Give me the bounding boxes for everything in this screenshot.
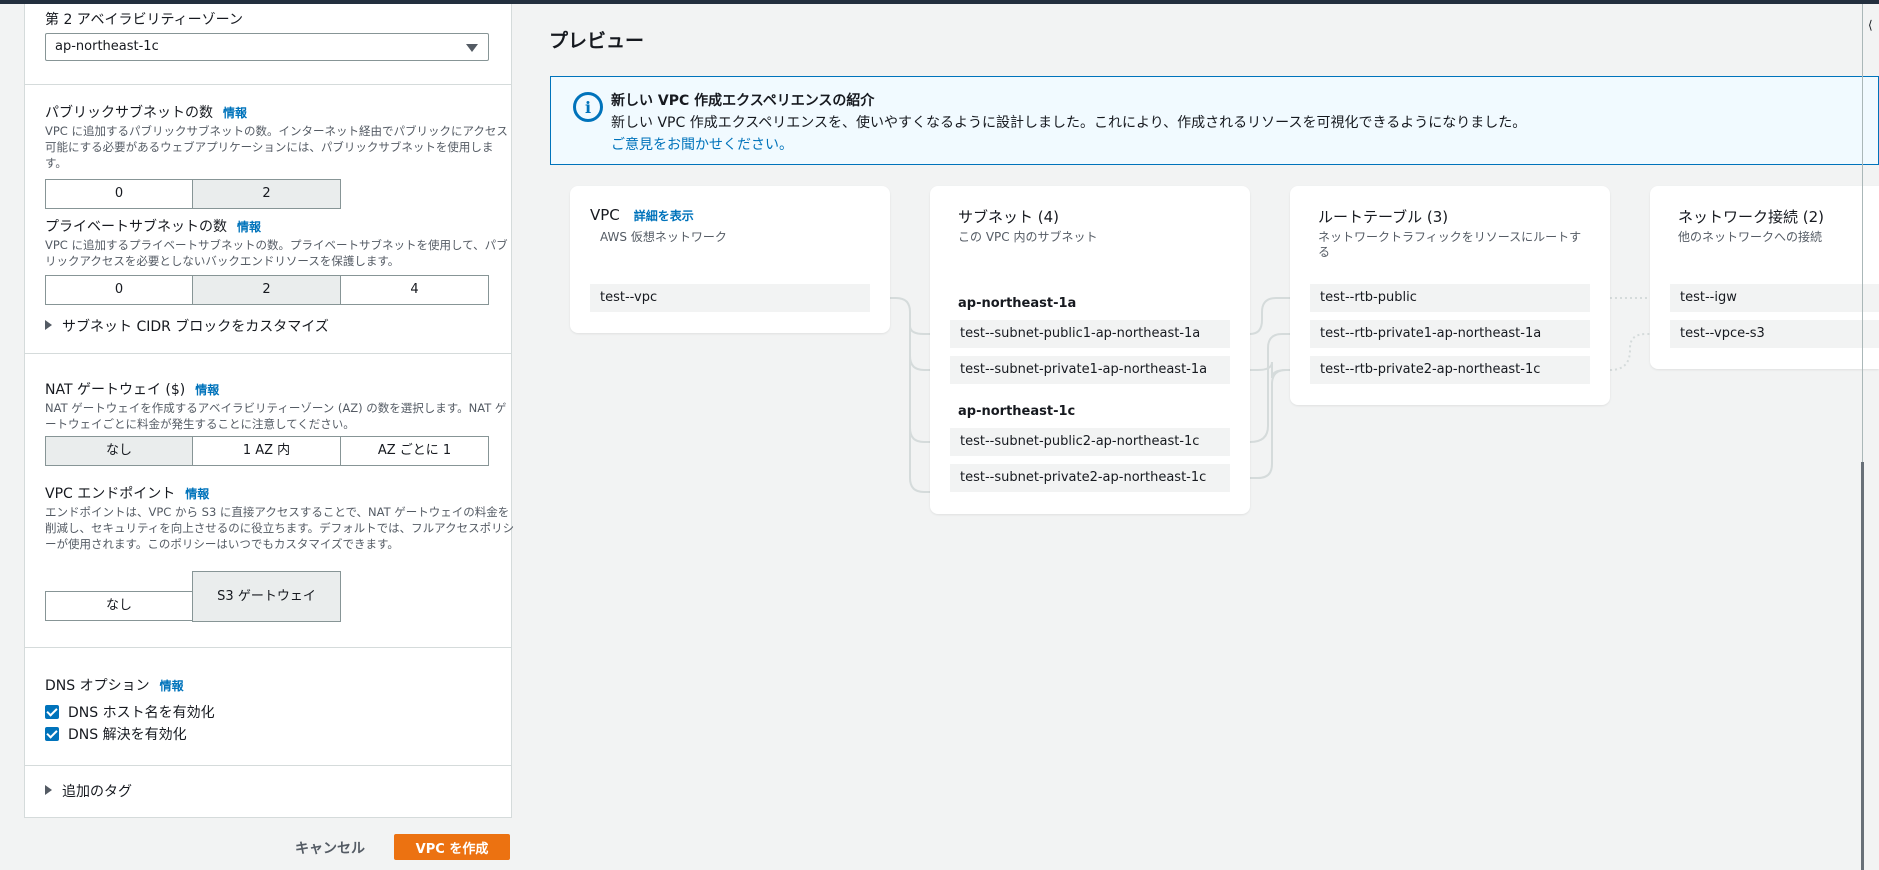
route-table-node[interactable]: test--rtb-public <box>1310 284 1590 312</box>
banner-description: 新しい VPC 作成エクスペリエンスを、使いやすくなるように設計しました。これに… <box>611 115 1527 131</box>
vpc-endpoint-segmented: なし S3 ゲートウェイ <box>45 571 341 622</box>
nat-gateway-label: NAT ゲートウェイ ($) 情報 <box>45 379 219 399</box>
nat-option-none[interactable]: なし <box>45 436 193 466</box>
private-subnets-info-link[interactable]: 情報 <box>237 220 261 234</box>
divider <box>25 84 511 85</box>
route-table-node[interactable]: test--rtb-private2-ap-northeast-1c <box>1310 356 1590 384</box>
az-group-label: ap-northeast-1c <box>958 404 1076 419</box>
cancel-button[interactable]: キャンセル <box>280 836 380 860</box>
public-subnets-option-0[interactable]: 0 <box>45 179 193 209</box>
endpoint-option-s3-gateway[interactable]: S3 ゲートウェイ <box>192 571 341 622</box>
dns-hostnames-checkbox[interactable]: DNS ホスト名を有効化 <box>45 702 215 722</box>
subnet-node[interactable]: test--subnet-private2-ap-northeast-1c <box>950 464 1230 492</box>
dns-resolution-label: DNS 解決を有効化 <box>68 727 187 743</box>
cidr-customize-label: サブネット CIDR ブロックをカスタマイズ <box>62 319 329 335</box>
az2-select-value: ap-northeast-1c <box>55 39 159 54</box>
vpc-endpoint-label-text: VPC エンドポイント <box>45 486 176 502</box>
network-card-title: ネットワーク接続 (2) <box>1678 208 1825 226</box>
route-table-node[interactable]: test--rtb-private1-ap-northeast-1a <box>1310 320 1590 348</box>
public-subnets-segmented: 0 2 <box>45 179 341 209</box>
divider <box>25 647 511 648</box>
banner-title: 新しい VPC 作成エクスペリエンスの紹介 <box>611 93 875 109</box>
vpc-card: VPC 詳細を表示 AWS 仮想ネットワーク test--vpc <box>570 186 890 333</box>
info-banner: i 新しい VPC 作成エクスペリエンスの紹介 新しい VPC 作成エクスペリエ… <box>550 76 1879 165</box>
caret-right-icon <box>45 785 52 795</box>
info-icon: i <box>573 92 603 122</box>
network-connections-card: ネットワーク接続 (2) 他のネットワークへの接続 test--igw test… <box>1650 186 1879 369</box>
public-subnets-option-2[interactable]: 2 <box>192 179 341 209</box>
private-subnets-description: VPC に追加するプライベートサブネットの数。プライベートサブネットを使用して、… <box>45 238 508 268</box>
private-subnets-option-0[interactable]: 0 <box>45 275 193 305</box>
az2-select[interactable]: ap-northeast-1c <box>45 33 489 61</box>
vpc-endpoint-label: VPC エンドポイント 情報 <box>45 483 209 503</box>
private-subnets-segmented: 0 2 4 <box>45 275 489 305</box>
feedback-link[interactable]: ご意見をお聞かせください。 <box>611 134 793 154</box>
endpoint-option-none[interactable]: なし <box>45 591 193 621</box>
create-vpc-button[interactable]: VPC を作成 <box>394 834 510 860</box>
public-subnets-description: VPC に追加するパブリックサブネットの数。インターネット経由でパブリックにアク… <box>45 124 508 170</box>
az-group-label: ap-northeast-1a <box>958 296 1077 311</box>
subnets-card-title: サブネット (4) <box>958 208 1060 226</box>
vpc-endpoint-info-link[interactable]: 情報 <box>185 487 209 501</box>
private-subnets-label: プライベートサブネットの数 情報 <box>45 216 261 236</box>
divider <box>25 353 511 354</box>
vpc-endpoint-description: エンドポイントは、VPC から S3 に直接アクセスすることで、NAT ゲートウ… <box>45 505 515 551</box>
nat-gateway-segmented: なし 1 AZ 内 AZ ごとに 1 <box>45 436 489 466</box>
checkbox-checked-icon <box>45 705 59 719</box>
tags-expander[interactable]: 追加のタグ <box>45 781 132 801</box>
caret-down-icon <box>466 44 478 52</box>
vpc-card-title-text: VPC <box>590 206 620 224</box>
subnet-node[interactable]: test--subnet-private1-ap-northeast-1a <box>950 356 1230 384</box>
vpc-card-title: VPC 詳細を表示 <box>590 206 694 224</box>
scrollbar-thumb[interactable] <box>1861 462 1864 870</box>
preview-title: プレビュー <box>549 30 645 52</box>
subnet-node[interactable]: test--subnet-public2-ap-northeast-1c <box>950 428 1230 456</box>
cidr-customize-expander[interactable]: サブネット CIDR ブロックをカスタマイズ <box>45 316 329 336</box>
nat-gateway-description: NAT ゲートウェイを作成するアベイラビリティーゾーン (AZ) の数を選択しま… <box>45 401 507 431</box>
subnets-card: サブネット (4) この VPC 内のサブネット ap-northeast-1a… <box>930 186 1250 514</box>
vpc-settings-panel: 第 2 アベイラビリティーゾーン ap-northeast-1c パブリックサブ… <box>24 4 515 818</box>
dns-hostnames-label: DNS ホスト名を有効化 <box>68 705 215 721</box>
caret-right-icon <box>45 320 52 330</box>
route-tables-card-subtitle: ネットワークトラフィックをリソースにルートする <box>1318 230 1582 259</box>
dns-resolution-checkbox[interactable]: DNS 解決を有効化 <box>45 724 187 744</box>
route-tables-card-title: ルートテーブル (3) <box>1318 208 1449 226</box>
dns-options-info-link[interactable]: 情報 <box>160 679 184 693</box>
subnets-card-subtitle: この VPC 内のサブネット <box>958 230 1098 244</box>
az2-label: 第 2 アベイラビリティーゾーン <box>45 12 243 28</box>
subnet-node[interactable]: test--subnet-public1-ap-northeast-1a <box>950 320 1230 348</box>
network-card-subtitle: 他のネットワークへの接続 <box>1678 230 1823 244</box>
network-node[interactable]: test--vpce-s3 <box>1670 320 1879 348</box>
public-subnets-label: パブリックサブネットの数 情報 <box>45 102 247 122</box>
private-subnets-option-4[interactable]: 4 <box>340 275 489 305</box>
dns-options-label-text: DNS オプション <box>45 678 150 694</box>
public-subnets-label-text: パブリックサブネットの数 <box>45 105 213 121</box>
side-panel-toggle-icon[interactable]: ⟨ <box>1868 18 1879 32</box>
tags-expander-label: 追加のタグ <box>62 784 132 800</box>
private-subnets-option-2[interactable]: 2 <box>192 275 341 305</box>
vpc-card-subtitle: AWS 仮想ネットワーク <box>600 230 727 244</box>
vpc-node[interactable]: test--vpc <box>590 284 870 312</box>
vpc-details-link[interactable]: 詳細を表示 <box>634 209 694 223</box>
public-subnets-info-link[interactable]: 情報 <box>223 106 247 120</box>
network-node[interactable]: test--igw <box>1670 284 1879 312</box>
nat-gateway-info-link[interactable]: 情報 <box>195 383 219 397</box>
nat-option-per-az[interactable]: AZ ごとに 1 <box>340 436 489 466</box>
dns-options-label: DNS オプション 情報 <box>45 675 184 695</box>
nat-option-1az[interactable]: 1 AZ 内 <box>192 436 341 466</box>
nat-gateway-label-text: NAT ゲートウェイ ($) <box>45 382 186 398</box>
divider <box>25 765 511 766</box>
checkbox-checked-icon <box>45 727 59 741</box>
route-tables-card: ルートテーブル (3) ネットワークトラフィックをリソースにルートする test… <box>1290 186 1610 405</box>
private-subnets-label-text: プライベートサブネットの数 <box>45 219 227 235</box>
